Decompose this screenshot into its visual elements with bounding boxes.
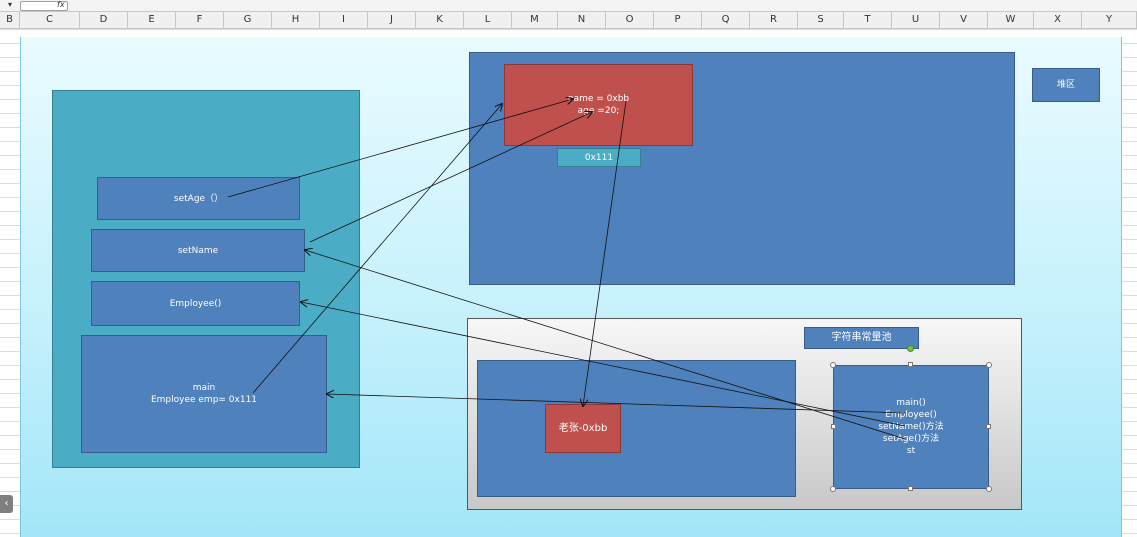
- collapse-panel-button[interactable]: ‹: [0, 495, 13, 513]
- stack-frame-main-variable: Employee emp= 0x111: [150, 395, 258, 405]
- resize-handle-icon[interactable]: [986, 486, 992, 492]
- column-header[interactable]: B: [0, 12, 20, 28]
- heap-label-box[interactable]: 堆区: [1032, 68, 1100, 102]
- stack-frame-setage[interactable]: setAge（）: [97, 177, 300, 220]
- column-header[interactable]: E: [128, 12, 176, 28]
- method-list-item: setAge()方法: [882, 434, 940, 444]
- column-header[interactable]: F: [176, 12, 224, 28]
- method-list-item: main(): [896, 398, 926, 408]
- column-header[interactable]: U: [892, 12, 940, 28]
- column-header[interactable]: T: [844, 12, 892, 28]
- column-header[interactable]: S: [798, 12, 844, 28]
- string-literal-text: 老张-0xbb: [558, 422, 608, 434]
- stack-frame-setname[interactable]: setName: [91, 229, 305, 272]
- method-list-box[interactable]: main() Employee() setName()方法 setAge()方法…: [833, 365, 989, 489]
- string-pool-label-box[interactable]: 字符串常量池: [804, 327, 919, 349]
- column-header[interactable]: J: [368, 12, 416, 28]
- column-header[interactable]: W: [988, 12, 1034, 28]
- column-header[interactable]: L: [464, 12, 512, 28]
- column-header[interactable]: Y: [1082, 12, 1137, 28]
- column-header[interactable]: V: [940, 12, 988, 28]
- object-address-text: 0x111: [584, 152, 614, 163]
- resize-handle-icon[interactable]: [830, 362, 836, 368]
- stack-frame-setname-label: setName: [177, 245, 219, 256]
- stack-frame-main[interactable]: main Employee emp= 0x111: [81, 335, 327, 453]
- resize-handle-icon[interactable]: [908, 486, 913, 491]
- resize-handle-icon[interactable]: [908, 362, 913, 367]
- stack-frame-employee[interactable]: Employee(): [91, 281, 300, 326]
- column-header[interactable]: I: [320, 12, 368, 28]
- column-header[interactable]: N: [558, 12, 606, 28]
- method-list-item: st: [906, 446, 916, 456]
- stack-frame-setage-label: setAge（）: [173, 193, 224, 204]
- column-header[interactable]: M: [512, 12, 558, 28]
- object-field-age: age =20;: [577, 106, 620, 116]
- stack-frame-employee-label: Employee(): [169, 298, 222, 309]
- resize-handle-icon[interactable]: [830, 486, 836, 492]
- resize-handle-icon[interactable]: [986, 424, 991, 429]
- column-header[interactable]: X: [1034, 12, 1082, 28]
- column-header[interactable]: O: [606, 12, 654, 28]
- object-address-label[interactable]: 0x111: [557, 148, 641, 167]
- string-literal-box[interactable]: 老张-0xbb: [545, 404, 621, 453]
- method-list-item: Employee(): [885, 410, 937, 420]
- heap-label-text: 堆区: [1056, 80, 1075, 90]
- column-header[interactable]: P: [654, 12, 702, 28]
- column-header[interactable]: R: [750, 12, 798, 28]
- column-header[interactable]: K: [416, 12, 464, 28]
- column-header[interactable]: C: [20, 12, 80, 28]
- string-pool-region[interactable]: [477, 360, 796, 497]
- rotate-handle-icon[interactable]: [907, 345, 914, 352]
- method-list-item: setName()方法: [878, 422, 944, 432]
- name-box-dropdown-icon[interactable]: ▾: [8, 0, 12, 10]
- employee-object[interactable]: name = 0xbb age =20;: [504, 64, 693, 146]
- string-pool-label-text: 字符串常量池: [831, 332, 892, 343]
- formula-bar: ▾ fx: [0, 0, 1137, 12]
- fx-icon[interactable]: fx: [57, 0, 65, 10]
- stack-frame-main-title: main: [192, 383, 216, 393]
- column-header[interactable]: D: [80, 12, 128, 28]
- column-header-row: B C D E F G H I J K L M N O P Q R S T U …: [0, 12, 1137, 29]
- column-header[interactable]: G: [224, 12, 272, 28]
- column-header[interactable]: Q: [702, 12, 750, 28]
- resize-handle-icon[interactable]: [831, 424, 836, 429]
- resize-handle-icon[interactable]: [986, 362, 992, 368]
- column-header[interactable]: H: [272, 12, 320, 28]
- object-field-name: name = 0xbb: [567, 94, 630, 104]
